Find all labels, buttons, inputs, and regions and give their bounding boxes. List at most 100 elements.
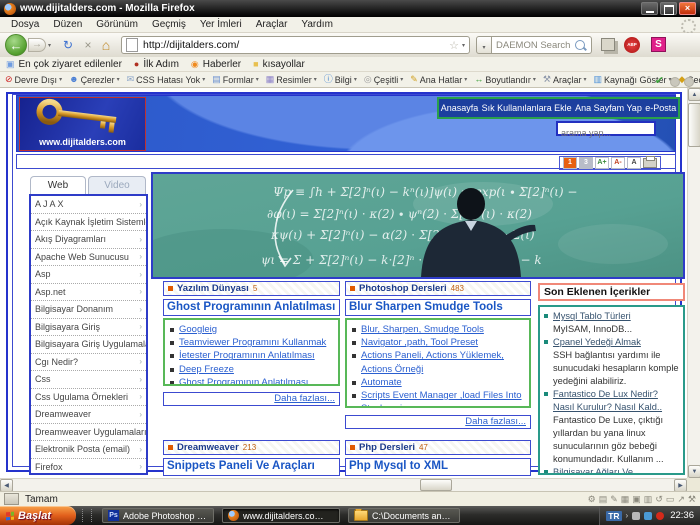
location-bar[interactable]: ☆ ▾ (121, 36, 470, 54)
article-link[interactable]: Googleig (179, 323, 336, 336)
font-size-control[interactable]: A- (611, 157, 625, 169)
close-button[interactable]: × (679, 2, 696, 15)
menu-item[interactable]: Yer İmleri (193, 19, 249, 30)
article-link[interactable]: Ghost Programının Anlatılması (179, 376, 336, 386)
tray-user-icon[interactable] (632, 512, 640, 520)
webdev-menu-item[interactable]: ⓘ Bilgi ▾ (324, 75, 357, 85)
stop-button[interactable]: × (80, 37, 96, 53)
statusbar-icon[interactable]: ▤ (599, 494, 608, 504)
font-size-control[interactable]: 3 (579, 157, 593, 169)
adblock-icon[interactable]: ABP (624, 37, 640, 53)
webdev-menu-item[interactable]: ⊘ Devre Dışı ▾ (5, 75, 62, 85)
webdev-menu-item[interactable]: ⚒ Araçlar ▾ (543, 75, 587, 85)
search-input[interactable] (492, 40, 575, 51)
menu-item[interactable]: Dosya (4, 19, 46, 30)
statusbar-icon[interactable]: ⚒ (688, 494, 696, 504)
article-link[interactable]: Actions Paneli, Actions Yüklemek, Action… (361, 349, 527, 375)
more-link[interactable]: Daha fazlası... (274, 393, 335, 404)
windows-extension-icon[interactable] (601, 38, 615, 51)
sidebar-category-item[interactable]: Firefox › (31, 459, 146, 476)
sidebar-category-item[interactable]: Cgı Nedir? › (31, 354, 146, 372)
menu-item[interactable]: Araçlar (249, 19, 295, 30)
sidebar-category-item[interactable]: Dreamweaver Uygulamaları › (31, 424, 146, 442)
article-title[interactable]: Snippets Paneli Ve Araçları (163, 458, 340, 476)
statusbar-icon[interactable]: ▭ (666, 494, 675, 504)
article-title[interactable]: Php Mysql to XML (345, 458, 531, 476)
article-link[interactable]: Navigator ,path, Tool Preset (361, 336, 527, 349)
print-icon[interactable] (643, 158, 657, 168)
tab-web[interactable]: Web (30, 176, 86, 194)
scroll-up-arrow[interactable]: ▲ (688, 88, 700, 101)
font-size-control[interactable]: A (627, 157, 641, 169)
taskbar-item-photoshop[interactable]: Ps Adobe Photoshop CS... (102, 508, 214, 523)
scroll-down-arrow[interactable]: ▼ (688, 465, 700, 478)
statusbar-icon[interactable]: ↗ (677, 494, 685, 504)
site-nav-link[interactable]: e-Posta (645, 103, 676, 113)
article-title[interactable]: Ghost Programının Anlatılması (163, 299, 340, 316)
statusbar-icon[interactable]: ▣ (632, 494, 641, 504)
tab-video[interactable]: Video (88, 176, 146, 194)
restore-button[interactable] (660, 2, 677, 15)
home-button[interactable]: ⌂ (98, 37, 114, 53)
webdev-menu-item[interactable]: ↔ Boyutlandır ▾ (474, 75, 536, 85)
bookmark-item[interactable]: ● İlk Adım (134, 59, 179, 70)
webdev-menu-item[interactable]: ▤ Formlar ▾ (212, 75, 259, 85)
minimize-button[interactable] (641, 2, 658, 15)
stylish-icon[interactable]: S (651, 37, 666, 52)
statusbar-icon[interactable]: ▥ (644, 494, 653, 504)
bookmark-item[interactable]: ■ kısayollar (253, 59, 305, 70)
taskbar-item-firefox[interactable]: www.dijitalders.com -... (222, 508, 340, 523)
search-engine-dropdown[interactable]: ▾ (476, 36, 492, 54)
search-magnifier-icon[interactable] (575, 40, 585, 50)
tray-chevron-icon[interactable]: › (626, 511, 629, 520)
forward-button[interactable]: → (28, 38, 46, 52)
url-dropdown-icon[interactable]: ▾ (462, 42, 465, 49)
article-link[interactable]: İetester Programının Anlatılması (179, 349, 336, 362)
statusbar-icon[interactable]: ⚙ (588, 494, 596, 504)
menu-item[interactable]: Geçmiş (145, 19, 193, 30)
sidebar-category-item[interactable]: Bilgisayara Giriş › (31, 319, 146, 337)
section-category[interactable]: Yazılım Dünyası (177, 283, 249, 294)
article-link[interactable]: Blur, Sharpen, Smudge Tools (361, 323, 527, 336)
article-link[interactable]: Scripts Event Manager ,load Files Into S… (361, 389, 527, 408)
vertical-scrollbar[interactable]: ▲ ▼ (687, 88, 700, 478)
statusbar-icon[interactable]: ▦ (621, 494, 630, 504)
article-title[interactable]: Blur Sharpen Smudge Tools (345, 299, 531, 316)
latest-item-link[interactable]: Bilgisayar Ağları Ve VeriHaberlesmesi (553, 466, 680, 475)
webdev-menu-item[interactable]: ☻ Çerezler ▾ (69, 75, 120, 85)
site-nav-link[interactable]: Sık Kullanılanlara Ekle (482, 103, 572, 113)
site-search-box[interactable] (556, 121, 656, 136)
sidebar-category-item[interactable]: Dreamweaver › (31, 406, 146, 424)
vertical-scroll-thumb[interactable] (688, 103, 700, 147)
sidebar-category-item[interactable]: Css › (31, 371, 146, 389)
site-search-input[interactable] (558, 128, 654, 139)
latest-item-link[interactable]: Fantastico De Lux Nedir? Nasıl Kurulur? … (553, 388, 680, 414)
site-nav-link[interactable]: Anasayfa (441, 103, 479, 113)
sidebar-category-item[interactable]: A J A X › (31, 196, 146, 214)
language-indicator[interactable]: TR (606, 511, 621, 521)
webdev-menu-item[interactable]: ✎ Ana Hatlar ▾ (410, 75, 467, 85)
article-link[interactable]: Automate (361, 376, 527, 389)
horizontal-scroll-thumb[interactable] (420, 479, 452, 491)
more-link[interactable]: Daha fazlası... (465, 416, 526, 427)
bookmark-item[interactable]: ◉ Haberler (191, 59, 241, 70)
menu-item[interactable]: Düzen (46, 19, 89, 30)
webdev-menu-item[interactable]: ◎ Çeşitli ▾ (364, 75, 403, 85)
sidebar-category-item[interactable]: Elektronik Posta (email) › (31, 441, 146, 459)
search-bar[interactable] (492, 36, 592, 54)
webdev-menu-item[interactable]: ▦ Resimler ▾ (266, 75, 317, 85)
window-titlebar[interactable]: www.dijitalders.com - Mozilla Firefox × (0, 0, 700, 17)
bookmark-item[interactable]: ▣ En çok ziyaret edilenler (6, 59, 122, 70)
section-category[interactable]: Photoshop Dersleri (359, 283, 447, 294)
sidebar-category-item[interactable]: Bilgisayara Giriş Uygulamaları › (31, 336, 146, 354)
font-size-control[interactable]: 1 (563, 157, 577, 169)
bookmark-star-icon[interactable]: ☆ (449, 39, 459, 52)
section-category[interactable]: Dreamweaver (177, 442, 239, 453)
sidebar-category-item[interactable]: Asp › (31, 266, 146, 284)
site-nav-link[interactable]: Ana Sayfam Yap (575, 103, 642, 113)
taskbar-item-explorer[interactable]: C:\Documents and Se... (348, 508, 460, 523)
tray-network-icon[interactable] (644, 512, 652, 520)
site-logo[interactable]: www.dijitalders.com (19, 97, 146, 151)
statusbar-icon[interactable]: ↺ (655, 494, 663, 504)
render-mode-icon[interactable] (4, 493, 19, 505)
